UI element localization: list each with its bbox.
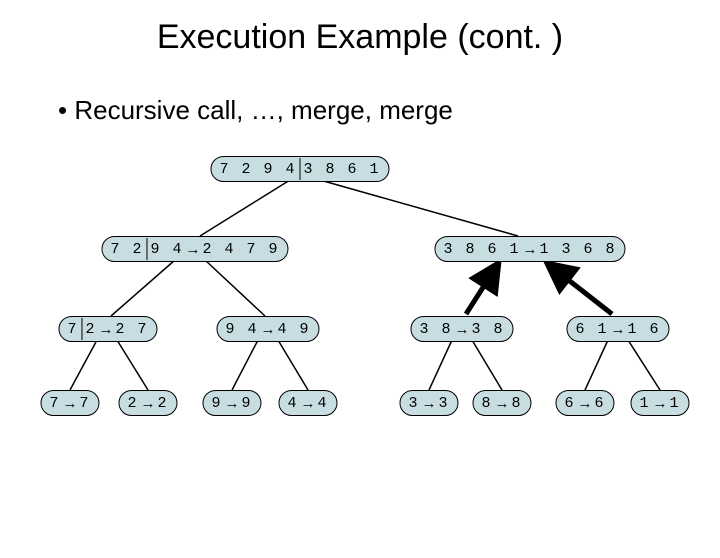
leaf-3: 4 → 4 bbox=[278, 390, 337, 416]
arrow-icon: → bbox=[186, 241, 201, 258]
leaf-2-a: 9 bbox=[211, 395, 222, 412]
arrow-icon: → bbox=[653, 395, 668, 412]
arrow-icon: → bbox=[225, 395, 240, 412]
l2-node-3: 6 1 → 1 6 bbox=[566, 316, 669, 342]
leaf-6: 6 → 6 bbox=[555, 390, 614, 416]
arrow-icon: → bbox=[495, 395, 510, 412]
leaf-2-res: 9 bbox=[242, 395, 253, 412]
leaf-4-a: 3 bbox=[408, 395, 419, 412]
bullet-text: • Recursive call, …, merge, merge bbox=[58, 95, 720, 126]
leaf-5-res: 8 bbox=[512, 395, 523, 412]
arrow-icon: → bbox=[455, 321, 470, 338]
divider-icon bbox=[81, 318, 82, 340]
tree-diagram: 7 2 9 4 3 8 6 1 7 2 9 4 → 2 4 7 9 3 8 6 … bbox=[0, 138, 720, 498]
l2-node-1: 9 4 → 4 9 bbox=[216, 316, 319, 342]
leaf-1-res: 2 bbox=[158, 395, 169, 412]
leaf-1: 2 → 2 bbox=[118, 390, 177, 416]
leaf-0-a: 7 bbox=[49, 395, 60, 412]
leaf-4: 3 → 3 bbox=[399, 390, 458, 416]
arrow-icon: → bbox=[99, 321, 114, 338]
leaf-5: 8 → 8 bbox=[472, 390, 531, 416]
divider-icon bbox=[146, 238, 147, 260]
root-right: 3 8 6 1 bbox=[304, 161, 381, 178]
leaf-0-res: 7 bbox=[80, 395, 91, 412]
leaf-7: 1 → 1 bbox=[630, 390, 689, 416]
arrow-icon: → bbox=[301, 395, 316, 412]
arrow-icon: → bbox=[523, 241, 538, 258]
leaf-3-res: 4 bbox=[318, 395, 329, 412]
l2-node-0: 7 2 → 2 7 bbox=[58, 316, 157, 342]
l2-1-res: 4 9 bbox=[278, 321, 311, 338]
arrow-icon: → bbox=[611, 321, 626, 338]
l1-right-node: 3 8 6 1 → 1 3 6 8 bbox=[434, 236, 625, 262]
l2-2-a: 3 8 bbox=[419, 321, 452, 338]
page-title: Execution Example (cont. ) bbox=[0, 18, 720, 57]
l2-0-res: 2 7 bbox=[116, 321, 149, 338]
leaf-0: 7 → 7 bbox=[40, 390, 99, 416]
arrow-icon: → bbox=[141, 395, 156, 412]
leaf-1-a: 2 bbox=[127, 395, 138, 412]
l1-right-res: 1 3 6 8 bbox=[540, 241, 617, 258]
leaf-3-a: 4 bbox=[287, 395, 298, 412]
arrow-icon: → bbox=[261, 321, 276, 338]
l2-1-a: 9 4 bbox=[225, 321, 258, 338]
l2-3-a: 6 1 bbox=[575, 321, 608, 338]
leaf-2: 9 → 9 bbox=[202, 390, 261, 416]
l1-left-node: 7 2 9 4 → 2 4 7 9 bbox=[101, 236, 288, 262]
root-node: 7 2 9 4 3 8 6 1 bbox=[210, 156, 389, 182]
l2-3-res: 1 6 bbox=[628, 321, 661, 338]
arrow-icon: → bbox=[578, 395, 593, 412]
arrow-icon: → bbox=[63, 395, 78, 412]
leaf-6-a: 6 bbox=[564, 395, 575, 412]
leaf-7-a: 1 bbox=[639, 395, 650, 412]
l1-right-a: 3 8 6 1 bbox=[443, 241, 520, 258]
leaf-7-res: 1 bbox=[670, 395, 681, 412]
root-left: 7 2 9 4 bbox=[219, 161, 296, 178]
arrow-icon: → bbox=[422, 395, 437, 412]
l1-left-res: 2 4 7 9 bbox=[203, 241, 280, 258]
l1-left-b: 9 4 bbox=[150, 241, 183, 258]
leaf-4-res: 3 bbox=[439, 395, 450, 412]
leaf-5-a: 8 bbox=[481, 395, 492, 412]
leaf-6-res: 6 bbox=[595, 395, 606, 412]
l1-left-a: 7 2 bbox=[110, 241, 143, 258]
divider-icon bbox=[300, 158, 301, 180]
l2-0-a: 7 bbox=[67, 321, 78, 338]
l2-2-res: 3 8 bbox=[472, 321, 505, 338]
l2-node-2: 3 8 → 3 8 bbox=[410, 316, 513, 342]
l2-0-b: 2 bbox=[85, 321, 96, 338]
